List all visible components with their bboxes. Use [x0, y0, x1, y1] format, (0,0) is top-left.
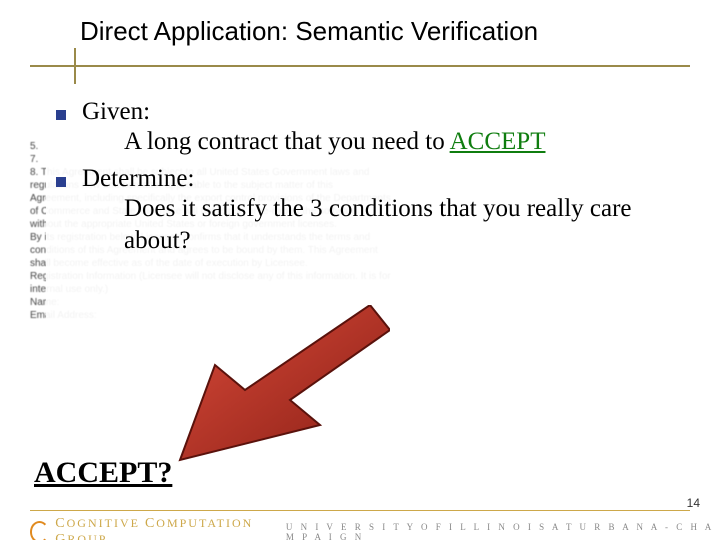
accept-word: ACCEPT	[450, 128, 546, 155]
footer-logo: COGNITIVE COMPUTATION GROUP U N I V E R …	[30, 516, 720, 540]
footer-university: U N I V E R S I T Y O F I L L I N O I S …	[286, 522, 720, 540]
accept-question: ACCEPT?	[30, 456, 176, 490]
determine-subtext: Does it satisfy the 3 conditions that yo…	[124, 193, 676, 256]
footer-group: COGNITIVE COMPUTATION GROUP	[55, 516, 272, 540]
bullet-given: Given:	[56, 98, 676, 126]
footer: COGNITIVE COMPUTATION GROUP U N I V E R …	[0, 510, 720, 540]
title-underline	[30, 65, 690, 67]
title-tick	[74, 48, 76, 84]
slide-title: Direct Application: Semantic Verificatio…	[80, 16, 690, 47]
given-label: Given:	[82, 98, 150, 126]
square-bullet-icon	[56, 177, 66, 187]
footer-line	[30, 510, 690, 511]
content-box: Given: A long contract that you need to …	[46, 90, 686, 321]
page-number: 14	[687, 496, 700, 510]
title-bar: Direct Application: Semantic Verificatio…	[30, 10, 690, 47]
bullet-determine: Determine:	[56, 165, 676, 193]
determine-label: Determine:	[82, 165, 194, 193]
square-bullet-icon	[56, 110, 66, 120]
slide: Direct Application: Semantic Verificatio…	[0, 0, 720, 540]
given-subtext: A long contract that you need to ACCEPT	[124, 126, 676, 157]
given-sub-prefix: A long contract that you need to	[124, 128, 450, 155]
logo-c-icon	[30, 521, 49, 540]
